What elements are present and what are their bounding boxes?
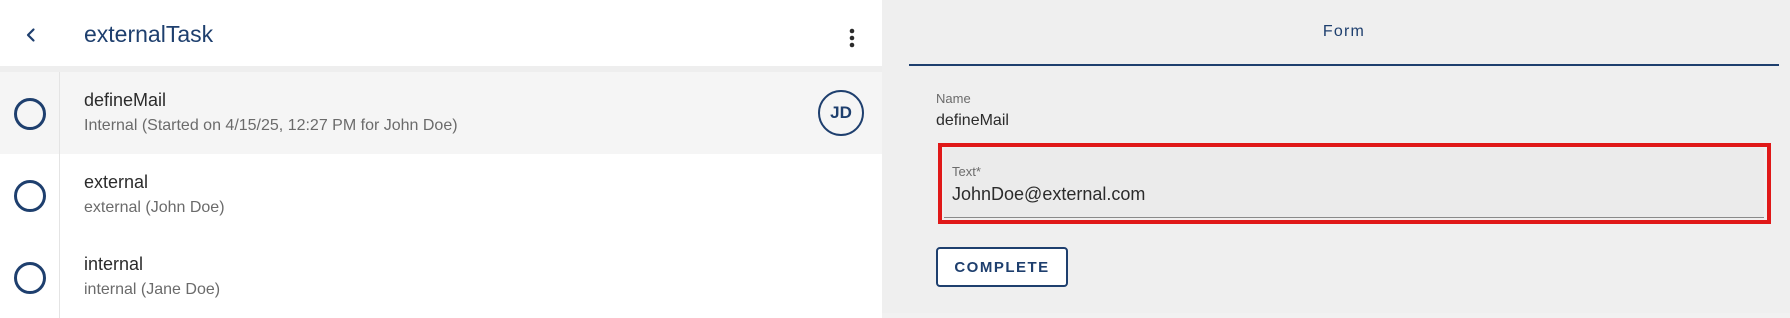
status-cell <box>0 154 60 236</box>
more-vertical-icon <box>849 28 855 48</box>
task-list-panel: externalTask defineMail Internal (Starte… <box>0 0 882 318</box>
text-field-value[interactable]: JohnDoe@external.com <box>952 184 1145 205</box>
task-subtitle: Internal (Started on 4/15/25, 12:27 PM f… <box>84 117 458 134</box>
task-list-header: externalTask <box>0 4 882 66</box>
page-title: externalTask <box>84 21 214 47</box>
status-cell <box>0 236 60 318</box>
status-circle-icon <box>14 98 46 130</box>
task-subtitle: external (John Doe) <box>84 199 225 216</box>
task-title: internal <box>84 254 144 274</box>
avatar[interactable]: JD <box>818 90 864 136</box>
tab-form[interactable]: Form <box>909 0 1779 66</box>
status-circle-icon <box>14 262 46 294</box>
task-list: defineMail Internal (Started on 4/15/25,… <box>0 72 882 318</box>
task-subtitle: internal (Jane Doe) <box>84 281 221 298</box>
form-panel: Form Name defineMail Text* JohnDoe@exter… <box>882 0 1790 313</box>
name-label: Name <box>936 91 971 106</box>
name-value: defineMail <box>936 112 1009 129</box>
back-button[interactable] <box>14 18 48 52</box>
status-cell <box>0 72 60 154</box>
task-item-external[interactable]: external external (John Doe) <box>0 154 882 236</box>
text-field-label: Text* <box>952 164 981 179</box>
tab-form-label: Form <box>1322 23 1366 40</box>
text-field[interactable]: Text* JohnDoe@external.com <box>944 148 1764 218</box>
task-item-internal[interactable]: internal internal (Jane Doe) <box>0 236 882 318</box>
more-menu-button[interactable] <box>836 22 868 54</box>
task-item-definemail[interactable]: defineMail Internal (Started on 4/15/25,… <box>0 72 882 154</box>
status-circle-icon <box>14 180 46 212</box>
task-title: external <box>84 172 149 192</box>
chevron-left-icon <box>26 28 35 42</box>
task-title: defineMail <box>84 90 167 110</box>
complete-button[interactable]: COMPLETE <box>936 247 1068 287</box>
